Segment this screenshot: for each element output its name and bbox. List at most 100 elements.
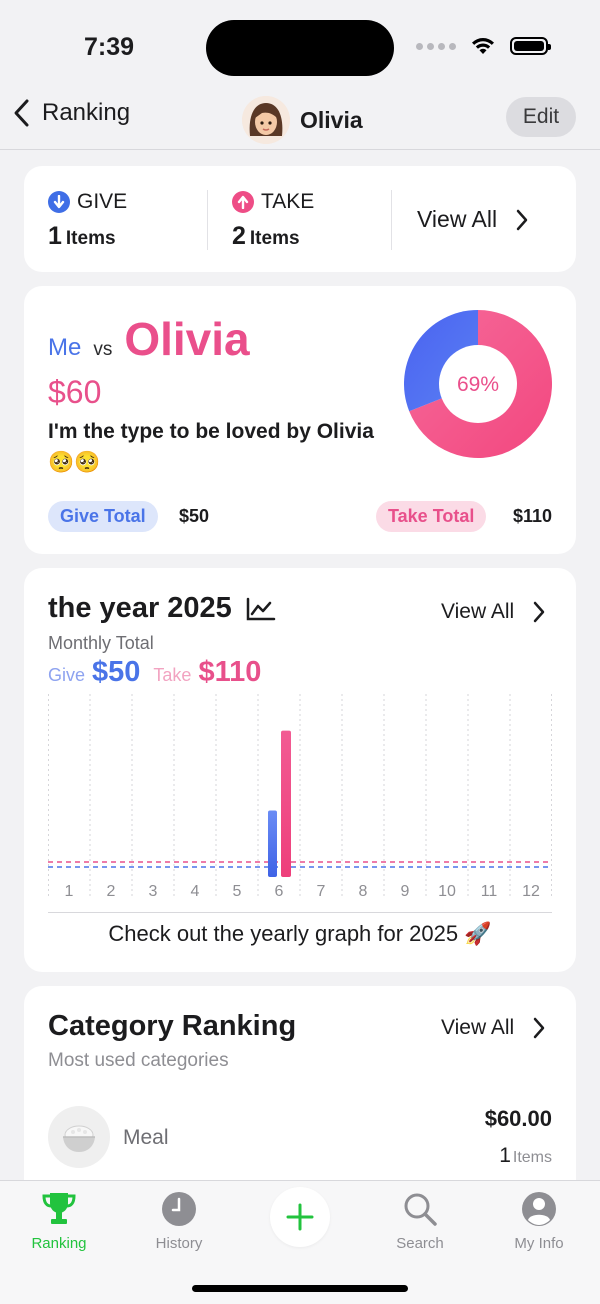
trophy-icon: [39, 1189, 79, 1229]
x-tick-label: 3: [149, 883, 158, 900]
year-title: the year 2025: [48, 592, 276, 625]
rice-bowl-icon: [48, 1106, 110, 1168]
give-unit: Items: [65, 228, 116, 249]
back-label: Ranking: [42, 99, 131, 126]
x-tick-label: 5: [233, 883, 242, 900]
contact-name: Olivia: [300, 106, 363, 133]
give-total-value: $50: [179, 506, 210, 526]
x-tick-label: 12: [522, 883, 540, 900]
view-all-label: View All: [417, 206, 498, 232]
tab-my-info[interactable]: My Info: [489, 1189, 589, 1252]
x-tick-label: 2: [107, 883, 116, 900]
give-summary: GIVE 1 Items: [48, 190, 127, 251]
x-tick-label: 9: [401, 883, 410, 900]
view-all-label: View All: [441, 600, 515, 623]
bar-take-6: [281, 730, 291, 877]
take-year-total: $110: [198, 656, 262, 688]
arrow-up-circle-icon: [232, 191, 254, 213]
plus-icon: [286, 1203, 314, 1231]
tab-label: Search: [396, 1235, 444, 1252]
take-count: 2: [232, 222, 246, 250]
category-amount: $60.00: [484, 1106, 552, 1131]
x-tick-label: 11: [481, 883, 498, 900]
chevron-right-icon: [533, 601, 545, 623]
bar-give-6: [268, 810, 277, 877]
cellular-signal-icon: [416, 42, 456, 50]
x-tick-label: 1: [65, 883, 74, 900]
take-summary: TAKE 2 Items: [232, 190, 314, 251]
chevron-left-icon: [14, 99, 29, 127]
tab-ranking[interactable]: Ranking: [9, 1189, 109, 1252]
search-icon: [400, 1189, 440, 1229]
chevron-right-icon: [516, 209, 528, 230]
tab-bar: Ranking History Search My Info: [0, 1180, 600, 1304]
give-total-badge: Give Total: [48, 501, 158, 532]
give-take-donut-chart: 69%: [404, 310, 552, 458]
divider: [207, 190, 208, 250]
tab-search[interactable]: Search: [370, 1189, 470, 1252]
category-ranking-title: Category Ranking: [48, 1010, 297, 1042]
status-icons: [416, 36, 551, 56]
monthly-total-label: Monthly Total: [48, 633, 154, 653]
wifi-icon: [472, 38, 494, 54]
line-chart-icon: [246, 597, 276, 620]
status-bar: 7:39: [0, 0, 600, 96]
year-totals: Give $50 Take $110: [48, 656, 261, 689]
add-record-button[interactable]: [270, 1187, 330, 1247]
view-all-label: View All: [441, 1016, 515, 1039]
chevron-right-icon: [533, 1017, 545, 1039]
balance-amount: $60: [48, 374, 102, 410]
give-take-summary-card: GIVE 1 Items TAKE 2 Items View All: [24, 166, 576, 272]
versus-name: Olivia: [124, 313, 250, 365]
me-label: Me: [48, 334, 82, 361]
dynamic-island: [206, 20, 394, 76]
x-tick-label: 8: [359, 883, 368, 900]
give-label: GIVE: [77, 190, 128, 213]
give-take-view-all-button[interactable]: View All: [417, 206, 529, 233]
vs-label: vs: [93, 339, 113, 360]
year-view-all-button[interactable]: View All: [441, 600, 546, 624]
category-list-item[interactable]: Meal $60.00 1 Items: [48, 1106, 552, 1170]
take-total-value: $110: [512, 506, 552, 526]
arrow-down-circle-icon: [48, 191, 70, 213]
tab-label: History: [155, 1235, 203, 1252]
year-title-text: the year 2025: [48, 592, 232, 624]
edit-button[interactable]: Edit: [506, 97, 576, 137]
tab-label: My Info: [514, 1235, 564, 1252]
donut-percent-label: 69%: [457, 373, 499, 396]
tab-history[interactable]: History: [129, 1189, 229, 1252]
x-tick-label: 6: [275, 883, 284, 900]
yearly-graph-link[interactable]: Check out the yearly graph for 2025 🚀: [48, 912, 552, 947]
navigation-bar: Ranking Olivia Edit: [0, 96, 600, 150]
avatar: [242, 96, 290, 144]
status-time: 7:39: [84, 33, 135, 61]
x-tick-label: 4: [191, 883, 200, 900]
category-item-count: 1: [499, 1144, 511, 1167]
give-count: 1: [48, 222, 62, 250]
category-subtitle: Most used categories: [48, 1050, 229, 1071]
take-label: Take: [153, 665, 192, 685]
tab-label: Ranking: [31, 1235, 87, 1252]
category-name: Meal: [123, 1126, 169, 1149]
x-tick-label: 7: [317, 883, 326, 900]
take-label: TAKE: [261, 190, 315, 213]
yearly-card: the year 2025 View All Monthly Total Giv…: [24, 568, 576, 972]
versus-heading: Me vs Olivia: [48, 312, 250, 366]
versus-card: Me vs Olivia $60 I'm the type to be love…: [24, 286, 576, 554]
divider: [391, 190, 392, 250]
x-tick-label: 10: [438, 883, 456, 900]
back-button[interactable]: Ranking: [12, 98, 130, 128]
battery-icon: [510, 37, 551, 55]
give-year-total: $50: [92, 656, 141, 688]
clock-icon: [159, 1189, 199, 1229]
take-total-badge: Take Total: [376, 501, 487, 532]
home-indicator: [192, 1285, 408, 1292]
person-icon: [519, 1189, 559, 1229]
take-unit: Items: [249, 228, 300, 249]
category-view-all-button[interactable]: View All: [441, 1016, 546, 1040]
monthly-bar-chart: 1 2 3 4 5 6 7 8 9 10 11 12: [48, 694, 552, 900]
give-label: Give: [48, 665, 86, 685]
relationship-description: I'm the type to be loved by Olivia 🥺🥺: [48, 420, 374, 474]
category-item-unit: Items: [512, 1149, 552, 1166]
contact-header: Olivia: [242, 96, 363, 144]
